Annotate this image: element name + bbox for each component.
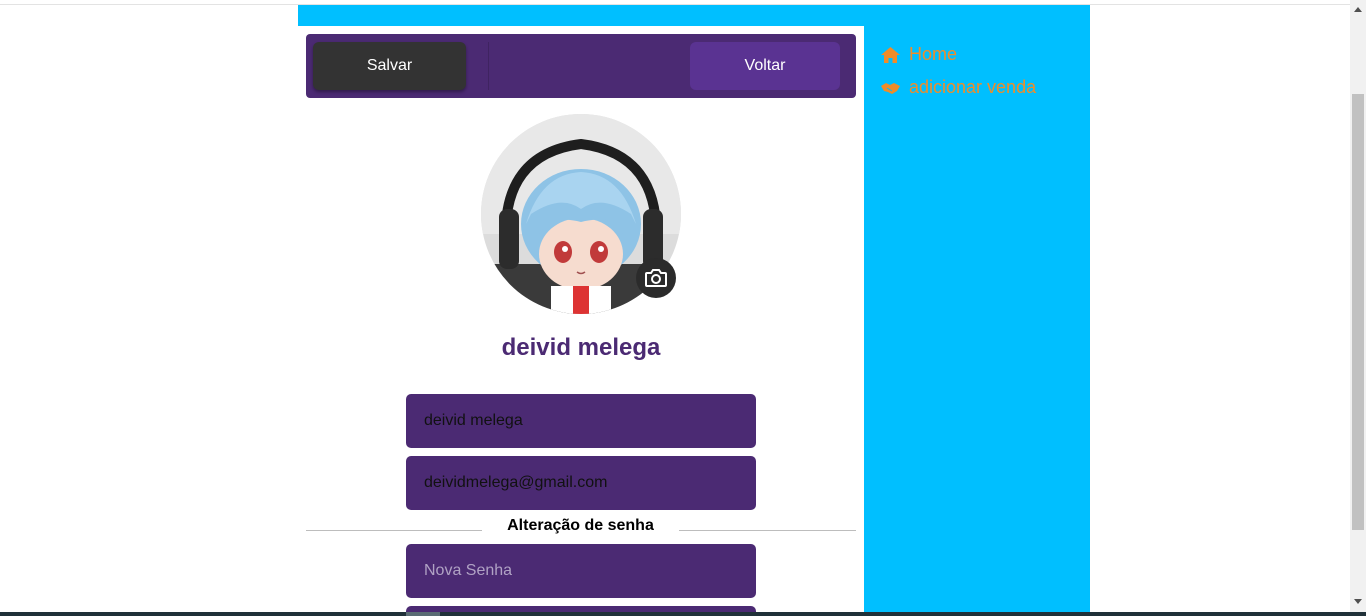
scrollbar-thumb[interactable] [1352, 94, 1364, 530]
back-button[interactable]: Voltar [690, 42, 840, 90]
home-icon [880, 45, 901, 65]
vertical-scrollbar[interactable] [1350, 0, 1366, 612]
scroll-up-arrow-icon[interactable] [1354, 7, 1362, 12]
camera-icon [645, 269, 667, 287]
new-password-field[interactable] [406, 544, 756, 598]
toolbar-divider [488, 42, 489, 90]
profile-name: deivid melega [501, 334, 661, 361]
password-section-title: Alteração de senha [482, 517, 679, 535]
name-field[interactable] [406, 394, 756, 448]
action-toolbar: Salvar Voltar [306, 34, 856, 98]
sidebar-item-label: Home [909, 44, 958, 64]
save-button[interactable]: Salvar [313, 42, 466, 90]
scroll-down-arrow-icon[interactable] [1354, 599, 1362, 604]
bottom-edge-segment [406, 612, 440, 616]
change-photo-button[interactable] [636, 258, 676, 298]
email-field[interactable] [406, 456, 756, 510]
handshake-icon [880, 78, 901, 98]
header-strip [298, 5, 1090, 26]
sidebar-panel [864, 26, 1090, 616]
sidebar-item-label: adicionar venda [909, 77, 1037, 97]
sidebar-item-adicionar-venda[interactable]: adicionar venda [880, 77, 1036, 98]
bottom-edge-bar [0, 612, 1366, 616]
sidebar-item-home[interactable]: Home [880, 44, 957, 65]
